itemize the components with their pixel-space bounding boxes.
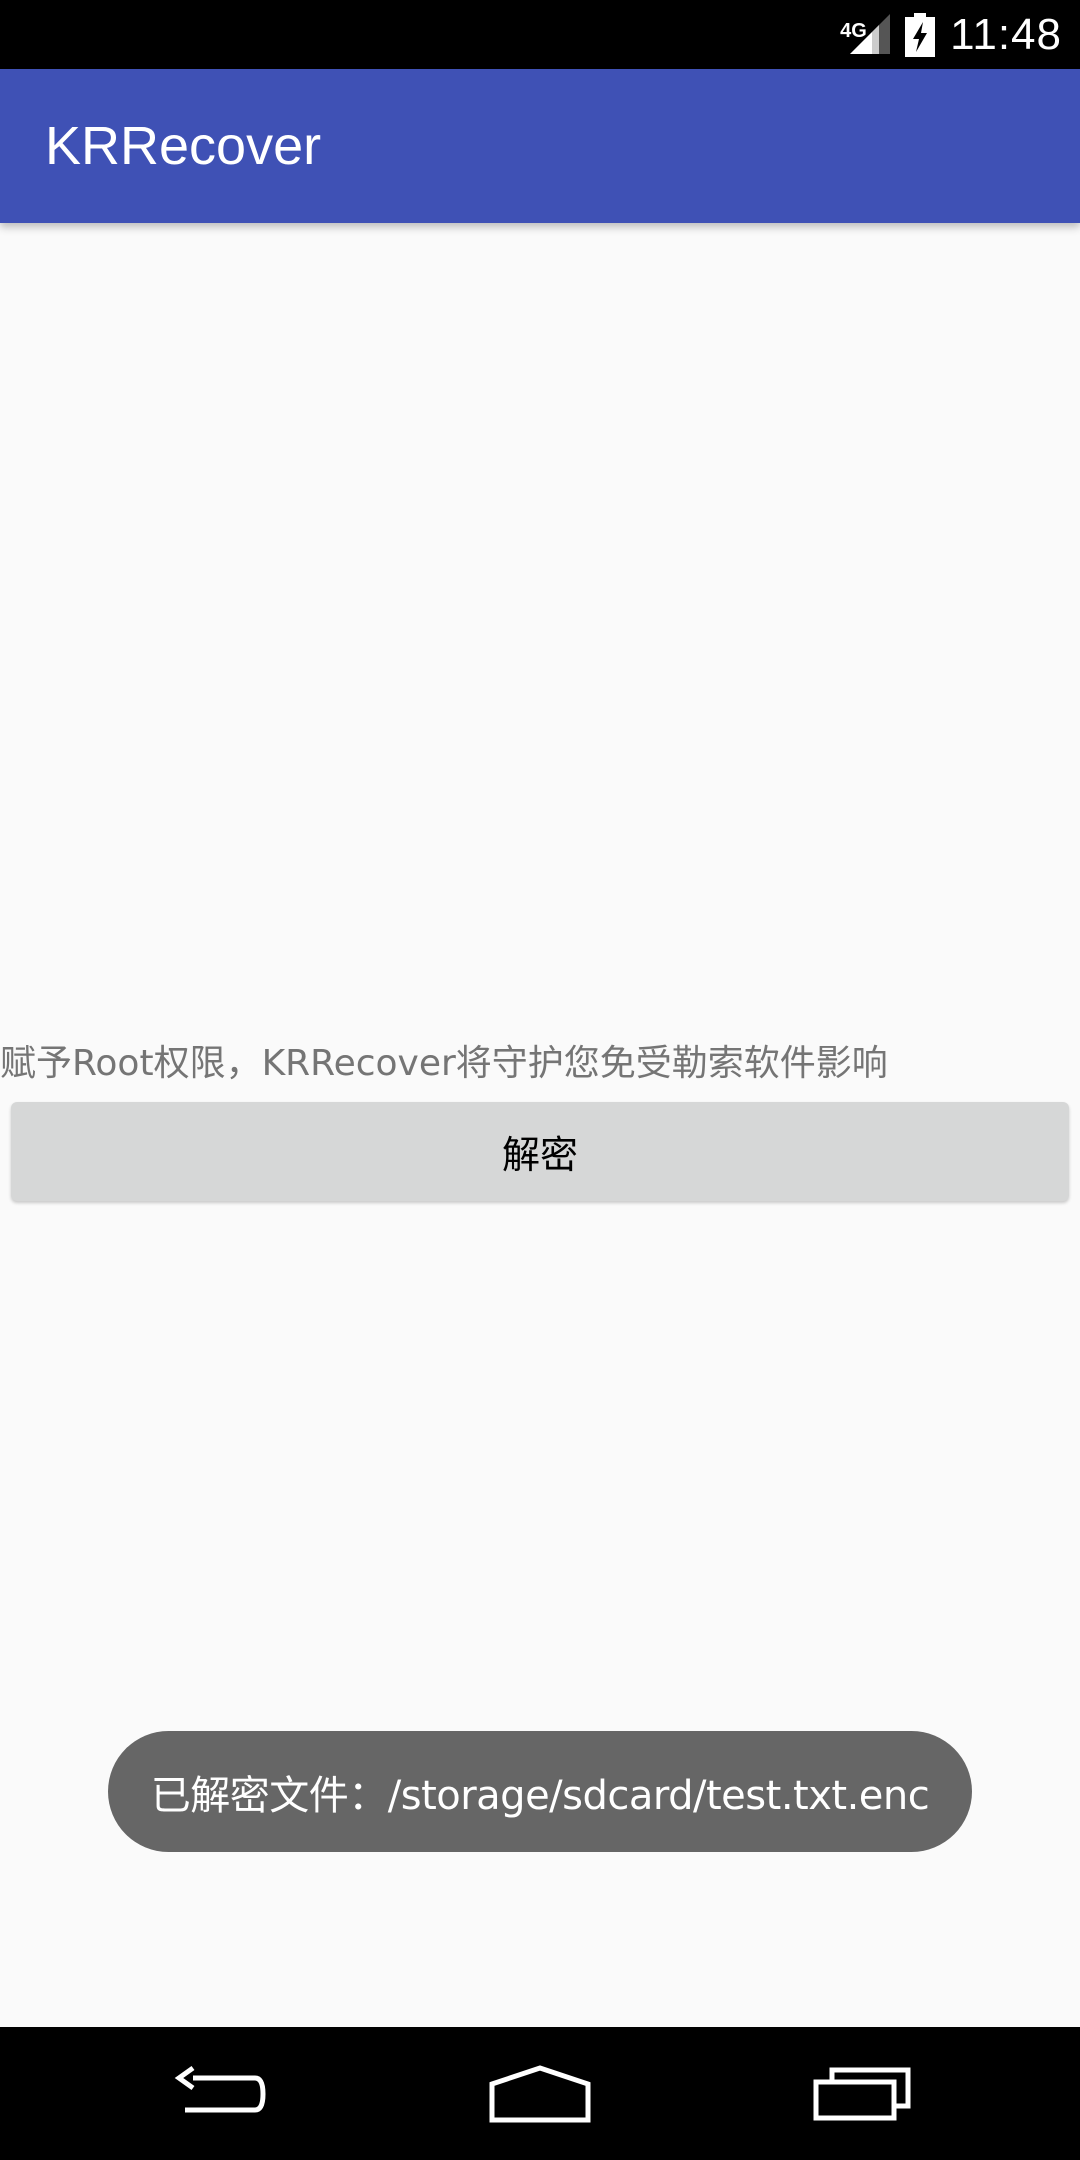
home-button[interactable] bbox=[440, 2027, 640, 2160]
signal-indicator: 4G bbox=[840, 10, 891, 60]
home-icon bbox=[489, 2064, 591, 2122]
decrypt-button[interactable]: 解密 bbox=[11, 1102, 1069, 1201]
toast-message: 已解密文件：/storage/sdcard/test.txt.enc bbox=[108, 1731, 972, 1852]
app-bar: KRRecover bbox=[0, 69, 1080, 223]
status-bar: 4G 11:48 bbox=[0, 0, 1080, 69]
root-permission-info-text: 赋予Root权限，KRRecover将守护您免受勒索软件影响 bbox=[0, 1043, 888, 1084]
app-title: KRRecover bbox=[45, 116, 322, 176]
back-icon bbox=[174, 2065, 266, 2112]
recent-apps-button[interactable] bbox=[762, 2027, 962, 2160]
status-icons: 4G 11:48 bbox=[840, 0, 1062, 69]
navigation-bar bbox=[0, 2027, 1080, 2160]
battery-charging-icon bbox=[905, 12, 936, 57]
signal-icon bbox=[850, 13, 891, 54]
back-button[interactable] bbox=[119, 2027, 319, 2160]
clock: 11:48 bbox=[950, 9, 1062, 59]
recent-apps-icon bbox=[813, 2067, 911, 2120]
